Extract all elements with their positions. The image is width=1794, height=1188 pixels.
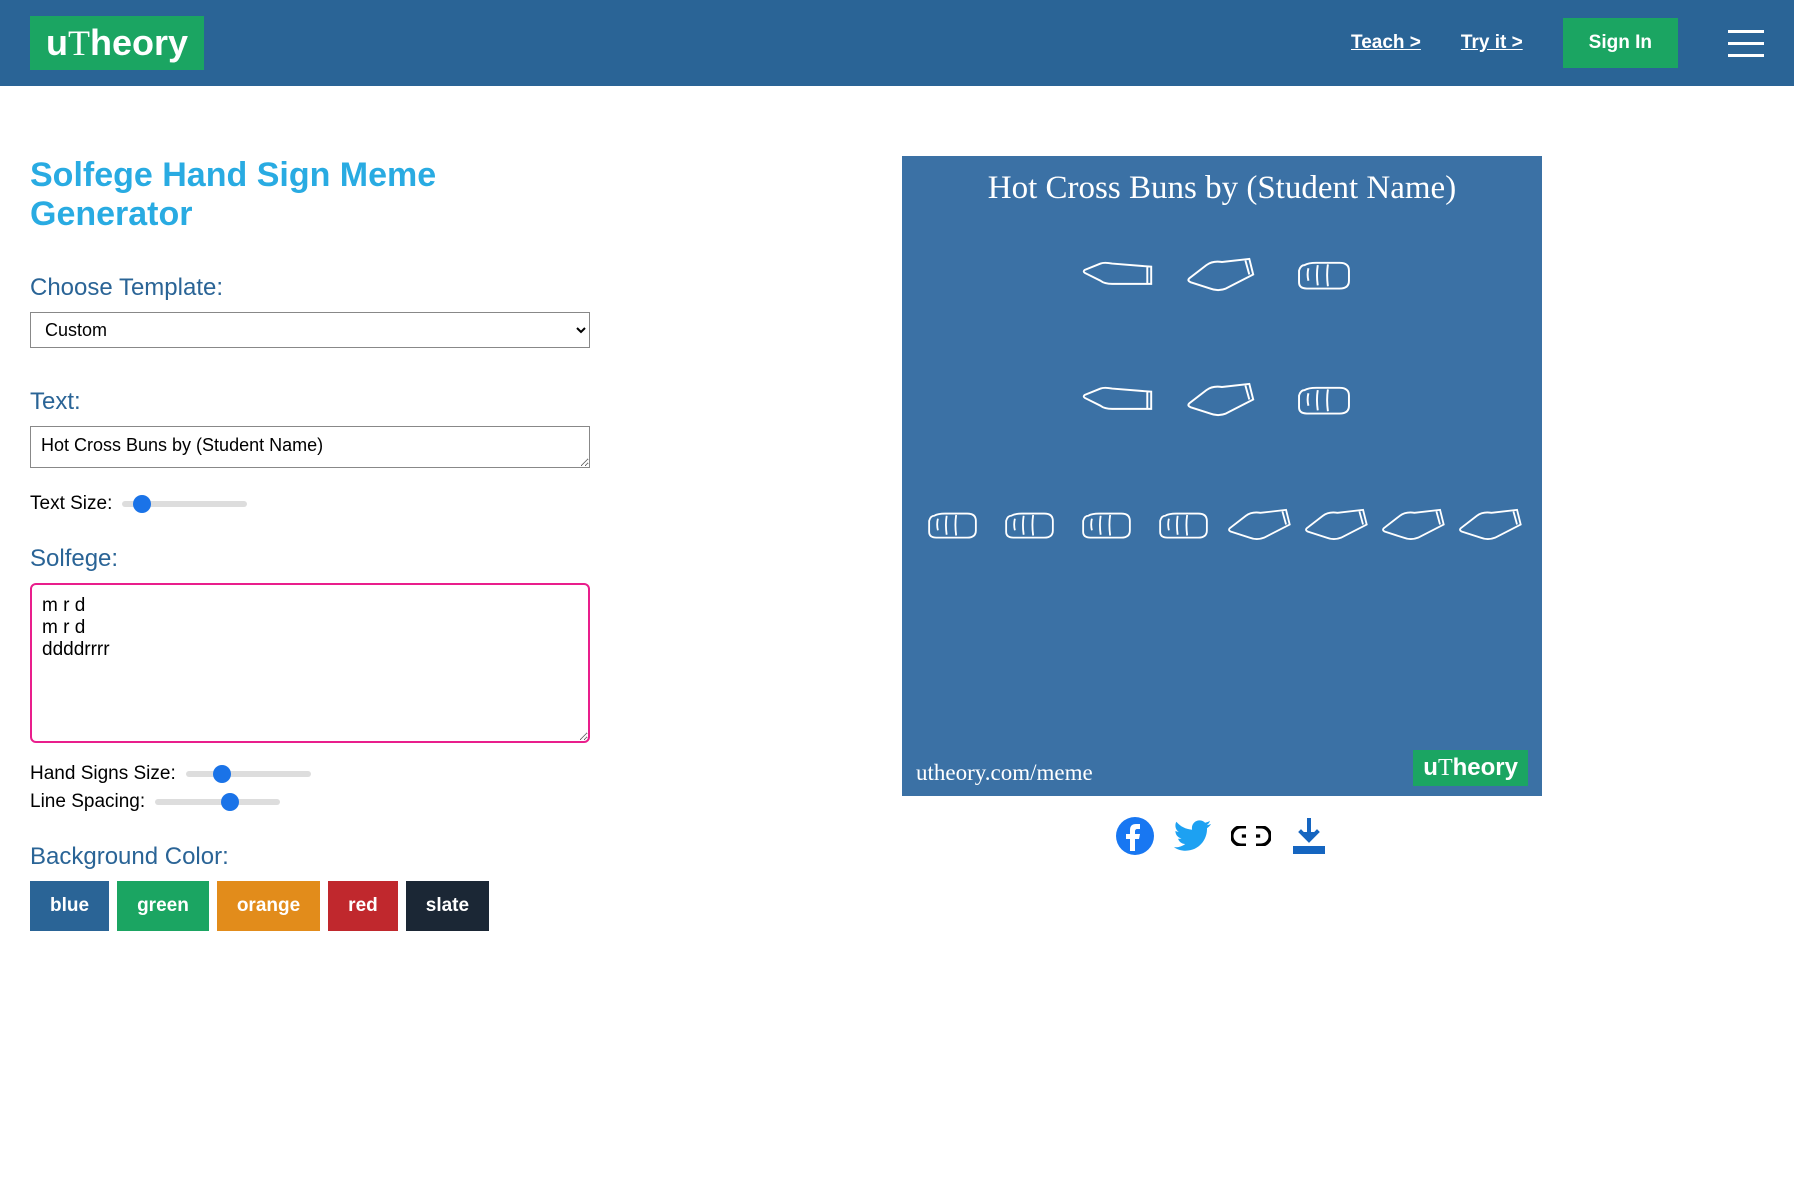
- hand-sign-do: [1147, 497, 1220, 552]
- page-title: Solfege Hand Sign Meme Generator: [30, 156, 590, 234]
- hand-sign-do: [1285, 247, 1363, 302]
- hamburger-menu-icon[interactable]: [1728, 30, 1764, 57]
- hand-size-slider[interactable]: [186, 771, 311, 777]
- hand-sign-re: [1224, 497, 1297, 552]
- sign-in-button[interactable]: Sign In: [1563, 18, 1678, 68]
- hand-row: [916, 497, 1528, 552]
- twitter-icon[interactable]: [1173, 816, 1213, 856]
- facebook-icon[interactable]: [1115, 816, 1155, 856]
- hand-size-label: Hand Signs Size:: [30, 763, 176, 785]
- hand-sign-mi: [1081, 247, 1159, 302]
- hand-sign-do: [1285, 372, 1363, 427]
- header: uTheory Teach > Try it > Sign In: [0, 0, 1794, 86]
- hand-rows: [916, 247, 1528, 782]
- color-orange-button[interactable]: orange: [217, 881, 320, 931]
- preview-panel: Hot Cross Buns by (Student Name): [680, 156, 1764, 931]
- meme-preview: Hot Cross Buns by (Student Name): [902, 156, 1542, 796]
- text-input[interactable]: [30, 426, 590, 468]
- nav-try[interactable]: Try it >: [1461, 32, 1523, 54]
- logo[interactable]: uTheory: [30, 16, 204, 70]
- hand-sign-mi: [1081, 372, 1159, 427]
- text-label: Text:: [30, 388, 590, 416]
- download-icon[interactable]: [1289, 816, 1329, 856]
- hand-sign-re: [1301, 497, 1374, 552]
- template-label: Choose Template:: [30, 274, 590, 302]
- color-buttons-row: blue green orange red slate: [30, 881, 590, 931]
- preview-title: Hot Cross Buns by (Student Name): [916, 170, 1528, 207]
- color-blue-button[interactable]: blue: [30, 881, 109, 931]
- template-select[interactable]: Custom: [30, 312, 590, 348]
- hand-sign-re: [1455, 497, 1528, 552]
- bg-color-label: Background Color:: [30, 843, 590, 871]
- nav-teach[interactable]: Teach >: [1351, 32, 1421, 54]
- line-spacing-row: Line Spacing:: [30, 791, 590, 813]
- hand-sign-do: [993, 497, 1066, 552]
- text-size-slider[interactable]: [122, 501, 247, 507]
- hand-sign-re: [1183, 247, 1261, 302]
- preview-logo: uTheory: [1413, 750, 1528, 786]
- main-content: Solfege Hand Sign Meme Generator Choose …: [0, 86, 1794, 961]
- hand-row: [916, 372, 1528, 427]
- preview-url: utheory.com/meme: [916, 760, 1093, 786]
- text-size-row: Text Size:: [30, 493, 590, 515]
- hand-sign-do: [916, 497, 989, 552]
- share-row: [1115, 816, 1329, 856]
- text-size-label: Text Size:: [30, 493, 112, 515]
- color-green-button[interactable]: green: [117, 881, 209, 931]
- line-spacing-slider[interactable]: [155, 799, 280, 805]
- solfege-input[interactable]: [30, 583, 590, 743]
- hand-sign-re: [1378, 497, 1451, 552]
- hand-size-row: Hand Signs Size:: [30, 763, 590, 785]
- color-slate-button[interactable]: slate: [406, 881, 489, 931]
- link-icon[interactable]: [1231, 816, 1271, 856]
- line-spacing-label: Line Spacing:: [30, 791, 145, 813]
- preview-footer: utheory.com/meme uTheory: [916, 750, 1528, 786]
- header-nav: Teach > Try it > Sign In: [1351, 18, 1764, 68]
- hand-sign-do: [1070, 497, 1143, 552]
- controls-panel: Solfege Hand Sign Meme Generator Choose …: [30, 156, 590, 931]
- hand-sign-re: [1183, 372, 1261, 427]
- hand-row: [916, 247, 1528, 302]
- solfege-label: Solfege:: [30, 545, 590, 573]
- color-red-button[interactable]: red: [328, 881, 398, 931]
